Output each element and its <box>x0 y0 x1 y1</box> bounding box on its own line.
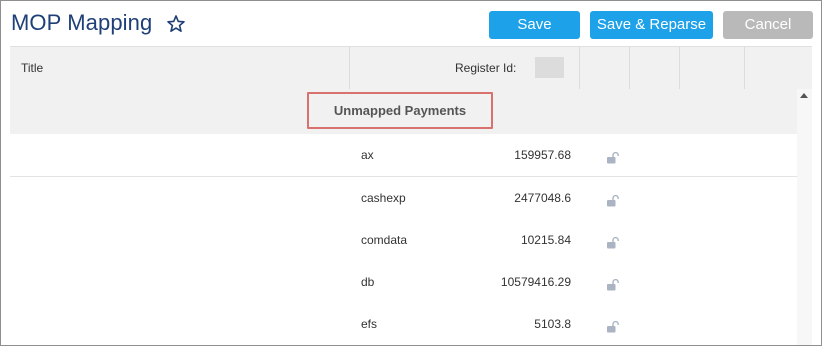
unlock-icon[interactable] <box>606 237 620 249</box>
table-row[interactable]: cashexp 2477048.6 <box>10 177 797 220</box>
scroll-up-arrow-icon[interactable] <box>800 93 808 98</box>
save-reparse-button[interactable]: Save & Reparse <box>590 11 713 39</box>
unlock-icon[interactable] <box>606 152 620 164</box>
table-row[interactable]: ax 159957.68 <box>10 134 797 177</box>
row-amount: 5103.8 <box>534 317 571 331</box>
save-button[interactable]: Save <box>489 11 580 39</box>
row-name: ax <box>361 148 374 162</box>
row-name: comdata <box>361 233 408 247</box>
row-name: cashexp <box>361 191 406 205</box>
grid-header: Title Register Id: <box>10 46 812 90</box>
row-amount: 159957.68 <box>514 148 571 162</box>
table-row[interactable]: efs 5103.8 <box>10 303 797 345</box>
group-label: Unmapped Payments <box>333 103 467 118</box>
table-row[interactable]: comdata 10215.84 <box>10 219 797 262</box>
unlock-icon[interactable] <box>606 279 620 291</box>
vertical-scrollbar[interactable] <box>797 89 812 345</box>
column-header-blank-3 <box>680 47 745 89</box>
grid-body: Unmapped Payments ax 159957.68 cashexp 2… <box>10 89 797 345</box>
column-header-blank-1 <box>580 47 630 89</box>
row-amount: 10215.84 <box>520 233 571 247</box>
column-header-blank-4 <box>745 47 812 89</box>
column-title-label: Title <box>21 61 44 75</box>
row-name: efs <box>361 317 378 331</box>
row-amount: 2477048.6 <box>514 191 571 205</box>
row-amount: 10579416.29 <box>500 275 571 289</box>
register-id-label: Register Id: <box>455 61 517 75</box>
cancel-button[interactable]: Cancel <box>723 11 813 39</box>
group-highlight[interactable]: Unmapped Payments <box>307 92 493 129</box>
register-id-value <box>535 57 564 78</box>
table-row[interactable]: db 10579416.29 <box>10 261 797 304</box>
row-name: db <box>361 275 375 289</box>
unlock-icon[interactable] <box>606 195 620 207</box>
star-outline-icon[interactable] <box>166 14 186 34</box>
mop-mapping-panel: MOP Mapping Save Save & Reparse Cancel T… <box>0 0 822 346</box>
group-row: Unmapped Payments <box>10 89 797 134</box>
column-header-blank-2 <box>630 47 680 89</box>
unlock-icon[interactable] <box>606 321 620 333</box>
column-header-title[interactable]: Title <box>10 47 350 89</box>
page-title: MOP Mapping <box>11 10 153 35</box>
